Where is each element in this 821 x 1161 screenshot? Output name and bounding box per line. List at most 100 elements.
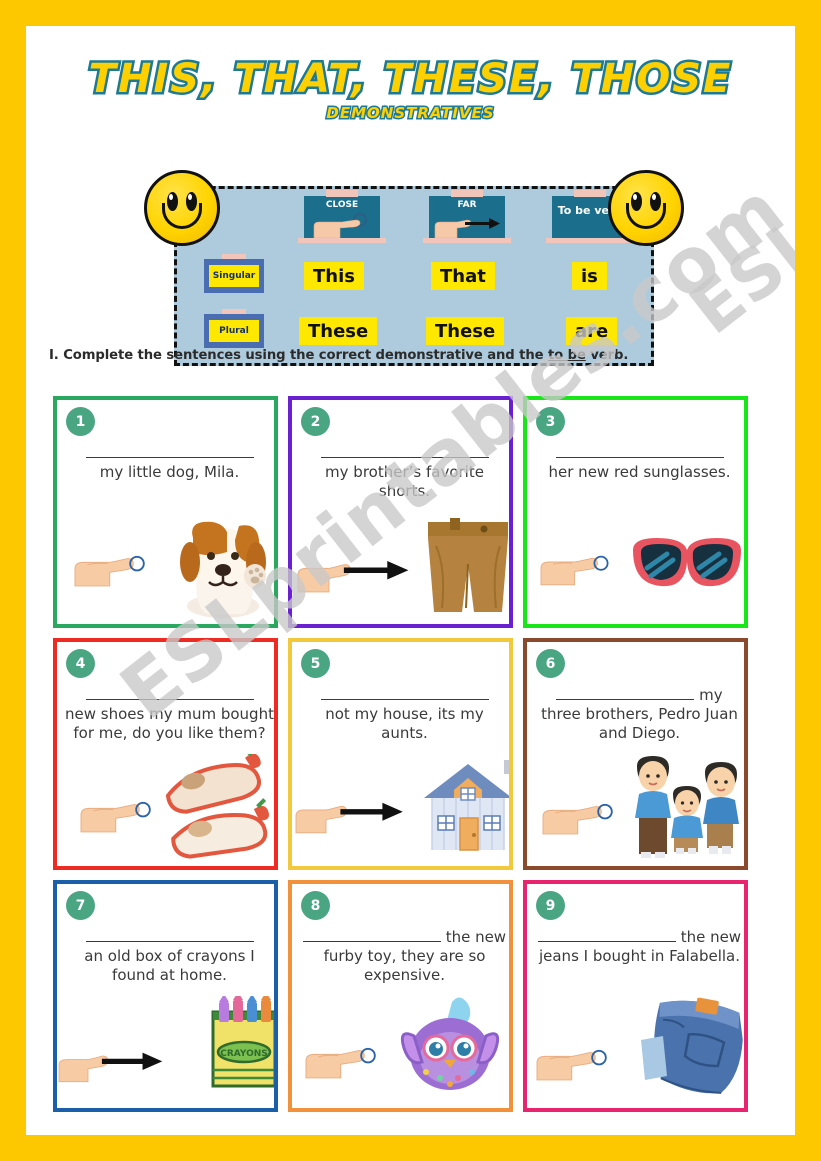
exercise-row: 4 new shoes my mum bought for me, do you… bbox=[53, 638, 768, 870]
worksheet-page: ESLprintables.com ESLprintables.com THIS… bbox=[26, 26, 795, 1135]
exercise-number-badge: 4 bbox=[66, 649, 95, 678]
cell-singular-tobe: is bbox=[572, 262, 607, 290]
smiley-face-icon bbox=[608, 170, 684, 246]
column-header-far-label: FAR bbox=[457, 200, 477, 210]
cell-plural-far: These bbox=[426, 317, 505, 345]
exercise-number-badge: 8 bbox=[301, 891, 330, 920]
crayon-box-icon: CRAYONS bbox=[211, 996, 274, 1088]
exercise-card[interactable]: 6 my three brothers, Pedro Juan and Dieg… bbox=[523, 638, 748, 870]
pointing-hand-icon bbox=[74, 555, 145, 587]
exercise-card[interactable]: 3 her new red sunglasses. bbox=[523, 396, 748, 628]
exercise-row: 7 an old box of crayons I found at home.… bbox=[53, 880, 768, 1112]
exercise-sentence: the new jeans I bought in Falabella. bbox=[535, 928, 744, 966]
exercise-grid: 1 my little dog, Mila. 2 my brother’s fa… bbox=[53, 396, 768, 1122]
card-base bbox=[298, 238, 386, 243]
exercise-number-badge: 2 bbox=[301, 407, 330, 436]
exercise-card[interactable]: 9 the new jeans I bought in Falabella. bbox=[523, 880, 748, 1112]
exercise-card[interactable]: 4 new shoes my mum bought for me, do you… bbox=[53, 638, 278, 870]
exercise-number-badge: 1 bbox=[66, 407, 95, 436]
exercise-card[interactable]: 8 the new furby toy, they are so expensi… bbox=[288, 880, 513, 1112]
pointing-hand-icon bbox=[80, 801, 151, 833]
exercise-number-badge: 7 bbox=[66, 891, 95, 920]
instruction-suffix: verb. bbox=[585, 348, 629, 363]
pointing-hand-far-arrow-icon bbox=[434, 218, 500, 238]
instruction-prefix: I. Complete the sentences using the corr… bbox=[49, 348, 548, 363]
exercise-sentence: an old box of crayons I found at home. bbox=[65, 928, 274, 986]
smiley-mouth bbox=[626, 203, 666, 229]
smiley-face-icon bbox=[144, 170, 220, 246]
exercise-illustration: CRAYONS bbox=[57, 996, 274, 1104]
exercise-card[interactable]: 5 not my house, its my aunts. bbox=[288, 638, 513, 870]
pointing-hand-arrow-icon bbox=[58, 1052, 163, 1083]
exercise-card[interactable]: 2 my brother’s favorite shorts. bbox=[288, 396, 513, 628]
jeans-icon bbox=[641, 997, 743, 1094]
exercise-card[interactable]: 1 my little dog, Mila. bbox=[53, 396, 278, 628]
page-title: THIS, THAT, THESE, THOSE bbox=[86, 56, 733, 103]
row-label-plural-text: Plural bbox=[209, 320, 259, 342]
instruction-underlined: to be bbox=[547, 348, 586, 363]
exercise-sentence: my three brothers, Pedro Juan and Diego. bbox=[535, 686, 744, 744]
cell-plural-tobe: are bbox=[566, 317, 618, 345]
answer-blank[interactable] bbox=[302, 927, 441, 942]
column-header-close: CLOSE bbox=[298, 190, 386, 243]
answer-blank[interactable] bbox=[320, 443, 489, 458]
column-header-close-label: CLOSE bbox=[325, 200, 359, 210]
hand-pointing-at-jeans-icon bbox=[536, 997, 743, 1094]
exercise-illustration bbox=[292, 754, 509, 862]
exercise-illustration bbox=[57, 754, 274, 862]
hand-arrow-pointing-at-shorts-icon bbox=[297, 518, 508, 612]
dog-icon bbox=[180, 521, 266, 618]
exercise-sentence: new shoes my mum bought for me, do you l… bbox=[65, 686, 274, 744]
answer-blank[interactable] bbox=[556, 685, 695, 700]
exercise-row: 1 my little dog, Mila. 2 my brother’s fa… bbox=[53, 396, 768, 628]
answer-blank[interactable] bbox=[537, 927, 676, 942]
answer-blank[interactable] bbox=[320, 685, 489, 700]
exercise-number-badge: 3 bbox=[536, 407, 565, 436]
svg-text:CRAYONS: CRAYONS bbox=[220, 1049, 268, 1059]
hand-arrow-pointing-at-crayons-icon: CRAYONS bbox=[58, 996, 274, 1088]
answer-blank[interactable] bbox=[85, 685, 254, 700]
smiley-mouth bbox=[162, 203, 202, 229]
column-header-far: FAR bbox=[423, 190, 511, 243]
card-base bbox=[423, 238, 511, 243]
page-subtitle: DEMONSTRATIVES bbox=[325, 103, 495, 124]
hand-arrow-pointing-at-house-icon bbox=[295, 760, 509, 851]
exercise-number-badge: 9 bbox=[536, 891, 565, 920]
cell-plural-close: These bbox=[299, 317, 378, 345]
cell-singular-far: That bbox=[431, 262, 495, 290]
exercise-number-badge: 6 bbox=[536, 649, 565, 678]
card-tab bbox=[451, 190, 483, 197]
pointing-hand-icon bbox=[542, 803, 613, 835]
exercise-card[interactable]: 7 an old box of crayons I found at home.… bbox=[53, 880, 278, 1112]
pointing-hand-icon bbox=[536, 1049, 607, 1081]
title-area: THIS, THAT, THESE, THOSE DEMONSTRATIVES bbox=[26, 56, 795, 124]
exercise-number-badge: 5 bbox=[301, 649, 330, 678]
exercise-sentence: the new furby toy, they are so expensive… bbox=[300, 928, 509, 986]
exercise-illustration bbox=[527, 996, 744, 1104]
pointing-hand-icon bbox=[540, 555, 609, 586]
sentence-text: her new red sunglasses. bbox=[548, 463, 731, 482]
exercise-sentence: not my house, its my aunts. bbox=[300, 686, 509, 744]
instruction-line: I. Complete the sentences using the corr… bbox=[49, 348, 779, 363]
pointing-hand-arrow-icon bbox=[295, 802, 403, 834]
hand-pointing-at-dog-icon bbox=[74, 521, 266, 618]
card-base bbox=[546, 238, 634, 243]
label-tab bbox=[222, 309, 246, 314]
answer-blank[interactable] bbox=[85, 443, 254, 458]
exercise-illustration bbox=[292, 512, 509, 620]
label-tab bbox=[222, 254, 246, 259]
sentence-text: new shoes my mum bought for me, do you l… bbox=[65, 705, 274, 743]
three-brothers-icon bbox=[635, 756, 739, 858]
hand-pointing-at-red-shoes-icon bbox=[80, 754, 270, 859]
exercise-illustration bbox=[527, 754, 744, 862]
house-icon bbox=[424, 760, 509, 851]
hand-pointing-at-sunglasses-icon bbox=[540, 538, 741, 587]
exercise-sentence: my little dog, Mila. bbox=[65, 444, 274, 482]
card-tab bbox=[574, 190, 606, 197]
answer-blank[interactable] bbox=[85, 927, 254, 942]
row-label-singular-text: Singular bbox=[209, 265, 259, 287]
exercise-illustration bbox=[292, 996, 509, 1104]
answer-blank[interactable] bbox=[555, 443, 724, 458]
shorts-icon bbox=[428, 518, 508, 612]
exercise-sentence: my brother’s favorite shorts. bbox=[300, 444, 509, 502]
